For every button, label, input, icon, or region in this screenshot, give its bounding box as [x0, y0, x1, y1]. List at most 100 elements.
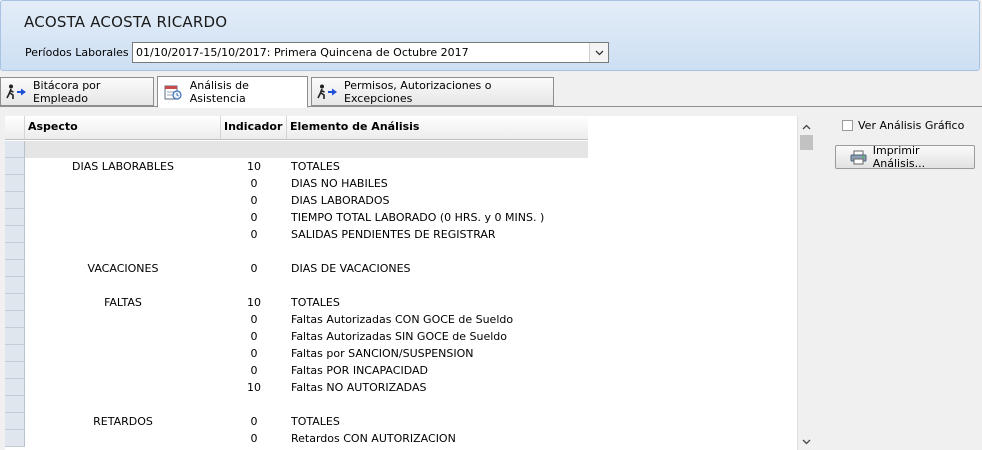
print-analysis-button[interactable]: Imprimir Análisis...	[835, 144, 975, 170]
row-selector[interactable]	[5, 379, 25, 396]
cell-elemento: TOTALES	[291, 415, 340, 428]
cell-indicador: 0	[250, 194, 258, 207]
employee-header: ACOSTA ACOSTA RICARDO Períodos Laborales…	[0, 0, 980, 71]
table-row[interactable]: 0 Faltas por SANCION/SUSPENSION	[5, 345, 588, 362]
cell-indicador	[221, 277, 287, 294]
row-selector[interactable]	[5, 209, 25, 226]
col-header-indicador[interactable]: Indicador	[221, 116, 287, 139]
cell-indicador: 0	[250, 177, 258, 190]
table-row[interactable]: 0 Faltas Autorizadas SIN GOCE de Sueldo	[5, 328, 588, 345]
runner-arrow-icon	[317, 83, 339, 101]
table-row[interactable]	[5, 277, 588, 294]
tab-label: Análisis de Asistencia	[189, 79, 249, 105]
table-row[interactable]: RETARDOS 0 TOTALES	[5, 413, 588, 430]
scroll-thumb[interactable]	[800, 135, 813, 150]
grid-corner	[5, 116, 25, 139]
table-row[interactable]: 0 Faltas Autorizadas CON GOCE de Sueldo	[5, 311, 588, 328]
cell-indicador: 0	[250, 432, 258, 445]
table-row[interactable]: 0 DIAS LABORADOS	[5, 192, 588, 209]
table-row[interactable]: VACACIONES 0 DIAS DE VACACIONES	[5, 260, 588, 277]
row-selector[interactable]	[5, 226, 25, 243]
col-header-aspecto[interactable]: Aspecto	[25, 116, 221, 139]
row-selector[interactable]	[5, 396, 25, 413]
tab-permisos[interactable]: Permisos, Autorizaciones o Excepciones	[311, 77, 554, 106]
cell-elemento	[291, 243, 588, 260]
cell-indicador: 0	[250, 211, 258, 224]
row-selector[interactable]	[5, 294, 25, 311]
cell-aspecto	[25, 430, 221, 447]
cell-elemento	[291, 396, 588, 413]
cell-aspecto	[25, 277, 221, 294]
cell-elemento: TIEMPO TOTAL LABORADO (0 HRS. y 0 MINS. …	[291, 211, 545, 224]
cell-aspecto	[25, 192, 221, 209]
cell-aspecto	[25, 345, 221, 362]
chevron-up-icon[interactable]	[798, 118, 815, 135]
period-select-value: 01/10/2017-15/10/2017: Primera Quincena …	[136, 46, 469, 59]
row-selector[interactable]	[5, 277, 25, 294]
cell-aspecto	[25, 396, 221, 413]
cell-aspecto	[25, 379, 221, 396]
cell-elemento	[291, 141, 588, 158]
tab-bitacora-empleado[interactable]: Bitácora por Empleado	[0, 77, 154, 106]
cell-aspecto	[25, 226, 221, 243]
row-selector[interactable]	[5, 430, 25, 447]
row-selector[interactable]	[5, 141, 25, 158]
table-row[interactable]: 0 SALIDAS PENDIENTES DE REGISTRAR	[5, 226, 588, 243]
cell-elemento: DIAS LABORADOS	[291, 194, 390, 207]
row-selector[interactable]	[5, 328, 25, 345]
tab-divider	[0, 106, 982, 107]
cell-indicador: 10	[247, 160, 261, 173]
period-select[interactable]: 01/10/2017-15/10/2017: Primera Quincena …	[132, 42, 609, 63]
chart-checkbox[interactable]	[842, 120, 853, 131]
table-row[interactable]: 0 TIEMPO TOTAL LABORADO (0 HRS. y 0 MINS.…	[5, 209, 588, 226]
table-row[interactable]: DIAS LABORABLES 10 TOTALES	[5, 158, 588, 175]
calendar-clock-icon	[163, 83, 185, 101]
period-label: Períodos Laborales	[25, 46, 129, 59]
cell-indicador: 10	[247, 296, 261, 309]
table-row[interactable]: 0 Faltas POR INCAPACIDAD	[5, 362, 588, 379]
row-selector[interactable]	[5, 260, 25, 277]
row-selector[interactable]	[5, 192, 25, 209]
cell-indicador	[221, 243, 287, 260]
tab-label: Permisos, Autorizaciones o Excepciones	[344, 78, 492, 105]
table-row[interactable]	[5, 243, 588, 260]
row-selector[interactable]	[5, 175, 25, 192]
cell-aspecto: FALTAS	[104, 296, 142, 309]
table-row[interactable]	[5, 141, 588, 158]
row-selector[interactable]	[5, 311, 25, 328]
analysis-grid[interactable]: Aspecto Indicador Elemento de Análisis D…	[5, 116, 797, 450]
cell-aspecto	[25, 362, 221, 379]
row-selector[interactable]	[5, 158, 25, 175]
cell-elemento: DIAS NO HABILES	[291, 177, 388, 190]
cell-indicador: 0	[250, 262, 258, 275]
printer-icon	[850, 149, 870, 165]
cell-elemento: SALIDAS PENDIENTES DE REGISTRAR	[291, 228, 496, 241]
cell-aspecto: DIAS LABORABLES	[72, 160, 174, 173]
table-row[interactable]: FALTAS 10 TOTALES	[5, 294, 588, 311]
table-row[interactable]: 10 Faltas NO AUTORIZADAS	[5, 379, 588, 396]
grid-scrollbar[interactable]	[797, 116, 814, 450]
row-selector[interactable]	[5, 413, 25, 430]
cell-elemento: Faltas por SANCION/SUSPENSION	[291, 347, 474, 360]
grid-header: Aspecto Indicador Elemento de Análisis	[5, 116, 588, 140]
table-row[interactable]	[5, 396, 588, 413]
cell-indicador	[221, 396, 287, 413]
cell-aspecto	[25, 141, 221, 158]
table-row[interactable]: 0 Retardos CON AUTORIZACION	[5, 430, 588, 447]
row-selector[interactable]	[5, 345, 25, 362]
cell-elemento	[291, 277, 588, 294]
chevron-down-icon[interactable]	[589, 43, 608, 62]
tab-analisis-asistencia[interactable]: Análisis de Asistencia	[157, 76, 308, 108]
row-selector[interactable]	[5, 243, 25, 260]
cell-indicador: 0	[250, 313, 258, 326]
col-header-elemento[interactable]: Elemento de Análisis	[287, 116, 588, 139]
cell-indicador: 10	[247, 381, 261, 394]
chevron-down-icon[interactable]	[798, 433, 815, 450]
cell-indicador: 0	[250, 228, 258, 241]
chart-checkbox-row[interactable]: Ver Análisis Gráfico	[842, 119, 964, 132]
table-row[interactable]: 0 DIAS NO HABILES	[5, 175, 588, 192]
cell-elemento: Faltas NO AUTORIZADAS	[291, 381, 427, 394]
chart-checkbox-label: Ver Análisis Gráfico	[858, 119, 965, 132]
cell-aspecto	[25, 328, 221, 345]
row-selector[interactable]	[5, 362, 25, 379]
